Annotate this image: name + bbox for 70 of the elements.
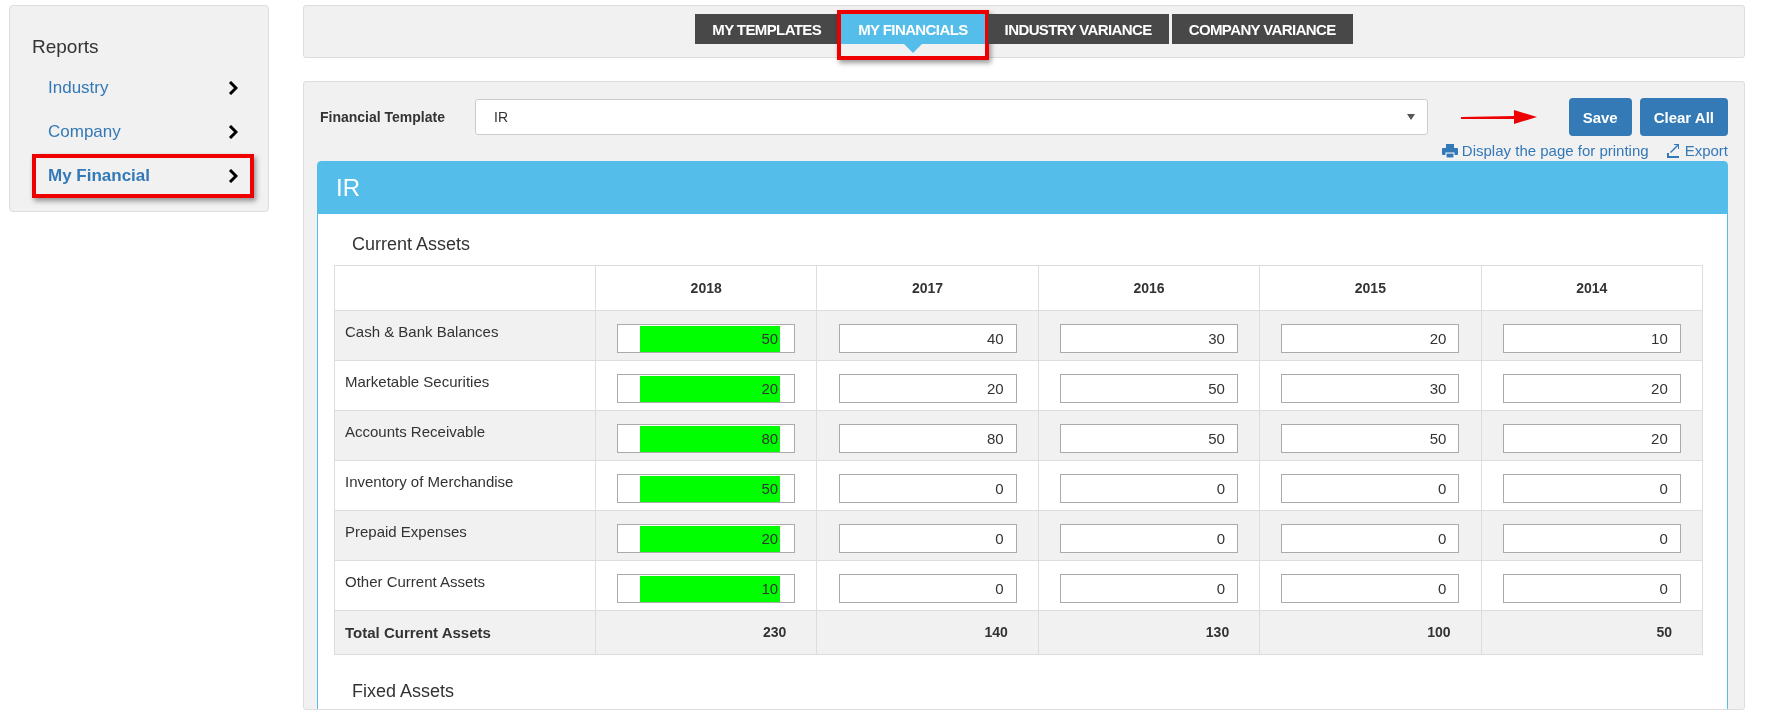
value-input[interactable]: 20 — [617, 524, 796, 553]
value-input[interactable]: 30 — [1059, 324, 1238, 353]
action-button[interactable]: Save — [1568, 98, 1632, 136]
total-value: 140 — [984, 624, 1008, 640]
value-input[interactable]: 50 — [617, 474, 796, 503]
column-header: 2014 — [1481, 265, 1703, 311]
value-input[interactable]: 20 — [1502, 424, 1681, 453]
chevron-right-icon — [228, 169, 238, 183]
column-header: 2016 — [1038, 265, 1260, 311]
total-value: 50 — [1656, 624, 1672, 640]
report-title: IR — [318, 162, 1727, 214]
total-value: 130 — [1205, 624, 1230, 640]
value-input[interactable]: 20 — [1281, 324, 1460, 353]
chevron-right-icon — [228, 81, 238, 95]
row-label: Inventory of Merchandise — [334, 460, 596, 511]
value-input[interactable]: 0 — [1502, 524, 1681, 553]
chevron-right-icon — [228, 125, 238, 139]
section-heading: Fixed Assets — [351, 680, 456, 703]
total-value: 230 — [763, 624, 787, 640]
value-input[interactable]: 0 — [1281, 474, 1460, 503]
value-input[interactable]: 80 — [838, 424, 1017, 453]
row-label: Marketable Securities — [334, 360, 596, 411]
value-input[interactable]: 20 — [838, 374, 1017, 403]
tab[interactable]: MY TEMPLATES — [695, 14, 839, 44]
value-input[interactable]: 0 — [838, 474, 1017, 503]
value-input[interactable]: 50 — [1059, 374, 1238, 403]
tab[interactable]: INDUSTRY VARIANCE — [987, 14, 1169, 44]
tab[interactable]: COMPANY VARIANCE — [1171, 14, 1353, 44]
value-input[interactable]: 0 — [838, 574, 1017, 603]
total-value: 100 — [1427, 624, 1451, 640]
value-input[interactable]: 20 — [617, 374, 796, 403]
row-label: Accounts Receivable — [334, 410, 596, 461]
template-dropdown[interactable]: IR — [475, 99, 1428, 135]
column-header: 2018 — [595, 265, 817, 311]
value-input[interactable]: 0 — [1059, 524, 1238, 553]
value-input[interactable]: 80 — [617, 424, 796, 453]
value-input[interactable]: 0 — [1059, 474, 1238, 503]
action-button[interactable]: Clear All — [1639, 98, 1728, 136]
value-input[interactable]: 50 — [1281, 424, 1460, 453]
value-input[interactable]: 0 — [838, 524, 1017, 553]
value-input[interactable]: 30 — [1281, 374, 1460, 403]
value-input[interactable]: 0 — [1281, 574, 1460, 603]
printer-icon — [1441, 143, 1458, 158]
sidebar-title: Reports — [32, 36, 100, 58]
row-label: Prepaid Expenses — [334, 510, 596, 561]
link[interactable]: Export — [1664, 142, 1728, 159]
column-header: 2015 — [1259, 265, 1482, 311]
link[interactable]: Display the page for printing — [1441, 142, 1649, 159]
value-input[interactable]: 0 — [1059, 574, 1238, 603]
value-input[interactable]: 10 — [617, 574, 796, 603]
value-input[interactable]: 0 — [1502, 474, 1681, 503]
row-label: Other Current Assets — [334, 560, 596, 611]
value-input[interactable]: 0 — [1281, 524, 1460, 553]
sidebar-item[interactable]: My Financial — [32, 154, 254, 198]
value-input[interactable]: 50 — [617, 324, 796, 353]
tab-pointer-icon — [903, 44, 922, 53]
value-input[interactable]: 20 — [1502, 374, 1681, 403]
value-input[interactable]: 40 — [838, 324, 1017, 353]
section-heading: Current Assets — [351, 234, 472, 256]
row-label: Cash & Bank Balances — [334, 310, 596, 361]
value-input[interactable]: 0 — [1502, 574, 1681, 603]
value-input[interactable]: 50 — [1059, 424, 1238, 453]
caret-icon — [1407, 114, 1415, 120]
sidebar-item[interactable]: Company — [32, 110, 254, 154]
export-icon — [1664, 143, 1681, 158]
value-input[interactable]: 10 — [1502, 324, 1681, 353]
field-label: Financial Template — [320, 109, 446, 125]
total-label: Total Current Assets — [334, 610, 596, 655]
sidebar-item[interactable]: Industry — [32, 66, 254, 110]
column-header: 2017 — [816, 265, 1039, 311]
